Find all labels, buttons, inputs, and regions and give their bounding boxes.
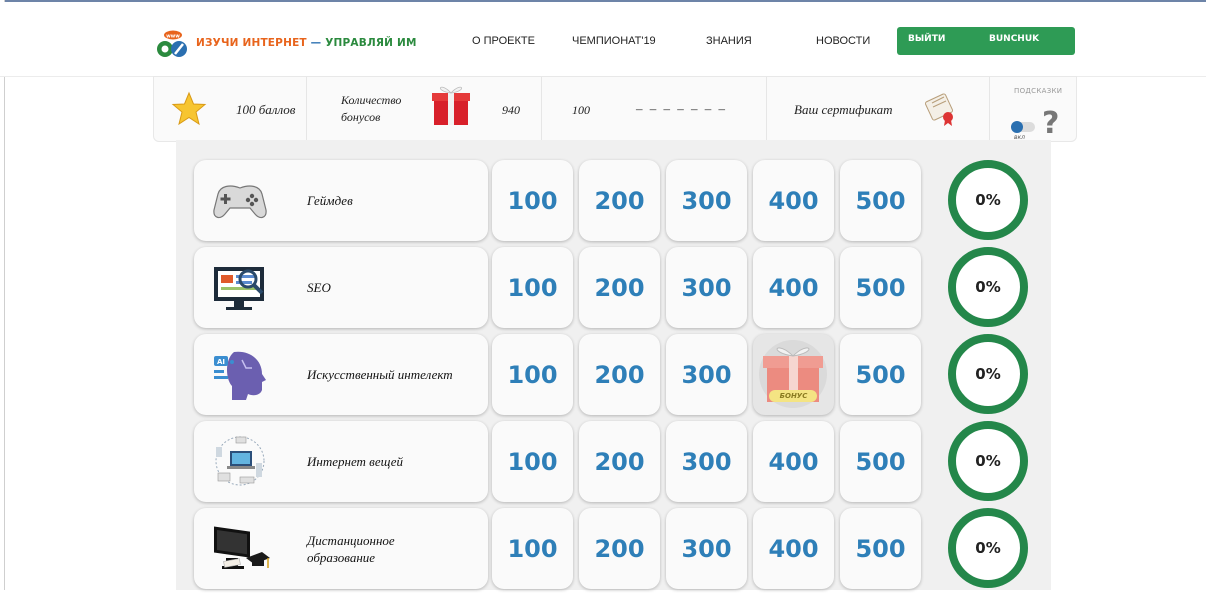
site-logo[interactable]: www ИЗУЧИ ИНТЕРНЕТ — УПРАВЛЯЙ ИМ <box>156 24 416 62</box>
divider <box>989 77 990 141</box>
progress-ring: 0% <box>947 333 1029 415</box>
gamepad-icon <box>213 185 267 219</box>
question-500[interactable]: 500 <box>840 508 921 589</box>
bonus-label: БОНУС <box>779 392 808 400</box>
stats-bar: 100 баллов Количество бонусов 940 100 – … <box>153 76 1077 142</box>
question-200[interactable]: 200 <box>579 421 660 502</box>
window-left-border <box>0 0 5 590</box>
question-400[interactable]: 400 <box>753 421 834 502</box>
bonus-gift-icon <box>759 340 827 408</box>
question-200[interactable]: 200 <box>579 247 660 328</box>
ai-head-icon: AI <box>214 351 266 400</box>
svg-text:www: www <box>166 34 180 40</box>
category-name: SEO <box>307 280 331 295</box>
category-name: Искусственный интелект <box>307 367 453 382</box>
question-200[interactable]: 200 <box>579 508 660 589</box>
third-value: 100 <box>572 103 590 117</box>
progress-percent: 0% <box>975 539 1001 557</box>
gift-icon <box>432 86 470 125</box>
progress-ring: 0% <box>947 159 1029 241</box>
certificate-label[interactable]: Ваш сертификат <box>794 102 892 118</box>
question-300[interactable]: 300 <box>666 160 747 241</box>
nav-championship[interactable]: ЧЕМПИОНАТ'19 <box>572 35 656 47</box>
dashes-placeholder: – – – – – – – <box>636 101 727 116</box>
divider <box>541 77 542 141</box>
nav-knowledge[interactable]: ЗНАНИЯ <box>706 35 752 47</box>
question-500[interactable]: 500 <box>840 160 921 241</box>
points-value: 100 баллов <box>236 102 296 117</box>
svg-text:AI: AI <box>217 358 225 366</box>
question-200[interactable]: 200 <box>579 334 660 415</box>
progress-percent: 0% <box>975 452 1001 470</box>
question-100[interactable]: 100 <box>492 421 573 502</box>
progress-ring: 0% <box>947 507 1029 589</box>
site-header: www ИЗУЧИ ИНТЕРНЕТ — УПРАВЛЯЙ ИМ О ПРОЕК… <box>0 2 1206 77</box>
question-300[interactable]: 300 <box>666 421 747 502</box>
logout-button[interactable]: ВЫЙТИ <box>908 34 945 44</box>
progress-ring: 0% <box>947 246 1029 328</box>
progress-percent: 0% <box>975 278 1001 296</box>
question-400[interactable]: 400 <box>753 508 834 589</box>
bonus-count: 940 <box>502 103 520 117</box>
help-icon[interactable]: ? <box>1042 109 1059 139</box>
question-500[interactable]: 500 <box>840 334 921 415</box>
category-name-line1: Дистанционное <box>307 533 395 548</box>
bonus-question-card[interactable]: БОНУС <box>753 334 834 415</box>
distance-education-icon <box>214 526 270 569</box>
question-400[interactable]: 400 <box>753 160 834 241</box>
progress-percent: 0% <box>975 191 1001 209</box>
nav-about[interactable]: О ПРОЕКТЕ <box>472 35 535 47</box>
question-100[interactable]: 100 <box>492 508 573 589</box>
username-link[interactable]: BUNCHUK <box>989 34 1039 44</box>
question-100[interactable]: 100 <box>492 247 573 328</box>
category-card-distance-education[interactable]: Дистанционное образование <box>194 508 488 589</box>
bonus-label-line2: бонусов <box>341 110 381 124</box>
seo-monitor-icon <box>214 267 264 310</box>
question-100[interactable]: 100 <box>492 160 573 241</box>
question-100[interactable]: 100 <box>492 334 573 415</box>
category-card-seo[interactable]: SEO <box>194 247 488 328</box>
question-300[interactable]: 300 <box>666 508 747 589</box>
bonus-label-line1: Количество <box>341 93 402 107</box>
logo-text: ИЗУЧИ ИНТЕРНЕТ — УПРАВЛЯЙ ИМ <box>196 37 417 49</box>
divider <box>306 77 307 141</box>
nav-news[interactable]: НОВОСТИ <box>816 35 870 47</box>
iot-devices-icon <box>215 436 265 486</box>
certificate-icon[interactable] <box>922 91 958 127</box>
category-name: Геймдев <box>307 193 353 208</box>
category-name-line2: образование <box>307 550 376 565</box>
auth-bar: ВЫЙТИ BUNCHUK <box>897 27 1075 55</box>
divider <box>766 77 767 141</box>
category-card-gamedev[interactable]: Геймдев <box>194 160 488 241</box>
logo-mark-icon: www <box>157 30 187 57</box>
hints-toggle[interactable] <box>1011 121 1035 133</box>
category-name: Интернет вещей <box>307 454 404 469</box>
question-500[interactable]: 500 <box>840 247 921 328</box>
category-card-iot[interactable]: Интернет вещей <box>194 421 488 502</box>
progress-percent: 0% <box>975 365 1001 383</box>
star-icon <box>171 91 207 126</box>
toggle-knob <box>1011 121 1023 133</box>
question-300[interactable]: 300 <box>666 334 747 415</box>
question-400[interactable]: 400 <box>753 247 834 328</box>
question-300[interactable]: 300 <box>666 247 747 328</box>
progress-ring: 0% <box>947 420 1029 502</box>
question-200[interactable]: 200 <box>579 160 660 241</box>
hints-label: ПОДСКАЗКИ <box>1014 87 1063 95</box>
category-card-ai[interactable]: AI Искусственный интелект <box>194 334 488 415</box>
question-500[interactable]: 500 <box>840 421 921 502</box>
